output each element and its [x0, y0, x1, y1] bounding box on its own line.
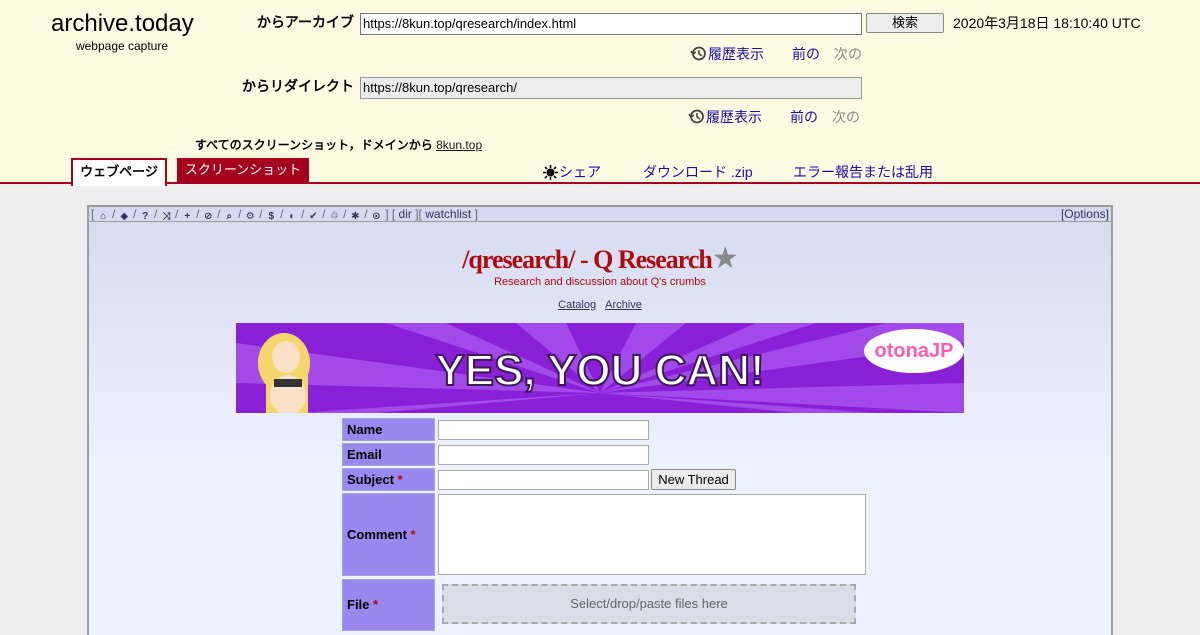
home-icon[interactable]: ⌂ — [98, 211, 109, 222]
file-drop-zone[interactable]: Select/drop/paste files here — [442, 584, 856, 624]
bug-icon[interactable]: ✱ — [350, 211, 361, 222]
search-button[interactable]: 検索 — [866, 13, 944, 33]
shuffle-icon[interactable]: ⤨ — [161, 211, 172, 222]
catalog-link[interactable]: Catalog — [558, 299, 596, 311]
tags-icon[interactable]: ◆ — [119, 211, 130, 222]
logo-title[interactable]: archive.today — [51, 10, 194, 38]
archive-logo[interactable]: archive.today webpage capture — [51, 10, 194, 53]
all-screenshots-text: すべてのスクリーンショット，ドメインから — [195, 138, 433, 152]
twitter-icon[interactable]: ✔ — [308, 211, 319, 222]
gear-icon[interactable]: ⚙ — [245, 211, 256, 222]
subject-label: Subject * — [342, 468, 435, 491]
next-link-disabled: 次の — [834, 46, 862, 62]
report-link[interactable]: エラー報告または乱用 — [793, 162, 933, 182]
check-circle-icon[interactable]: ⊙ — [371, 211, 382, 222]
ban-icon[interactable]: ⊘ — [203, 211, 214, 222]
captured-page-frame: [ ⌂ / ◆ / ? / ⤨ / + / ⊘ / ⌕ / ⚙ / $ / ◐ … — [87, 205, 1113, 635]
share-link[interactable]: シェア — [542, 162, 601, 182]
history-nav-1: 履歴表示 — [690, 44, 764, 64]
email-input[interactable] — [438, 445, 649, 465]
new-thread-button[interactable]: New Thread — [651, 469, 736, 490]
svg-text:otonaJP: otonaJP — [875, 340, 954, 362]
required-mark: * — [397, 472, 403, 487]
tab-screenshot[interactable]: スクリーンショット — [177, 158, 309, 184]
prev-link[interactable]: 前の — [790, 109, 818, 125]
tab-webpage[interactable]: ウェブページ — [71, 158, 167, 186]
email-label: Email — [342, 443, 435, 466]
archive-url-input[interactable]: https://8kun.top/qresearch/index.html — [360, 13, 862, 35]
download-link[interactable]: ダウンロード .zip — [643, 162, 753, 182]
board-title-text: /qresearch/ - Q Research — [462, 245, 713, 274]
board-toolbar: [ ⌂ / ◆ / ? / ⤨ / + / ⊘ / ⌕ / ⚙ / $ / ◐ … — [89, 207, 1111, 222]
board-title: /qresearch/ - Q Research★ — [89, 241, 1111, 276]
history-link[interactable]: 履歴表示 — [706, 109, 762, 125]
plus-icon[interactable]: + — [182, 211, 193, 222]
history-icon[interactable] — [688, 108, 705, 125]
watchlist-link[interactable]: watchlist — [425, 207, 471, 221]
recycle-icon[interactable]: ♲ — [329, 211, 340, 222]
domain-link[interactable]: 8kun.top — [436, 138, 482, 152]
board-subtitle: Research and discussion about Q's crumbs — [494, 276, 706, 288]
dir-link[interactable]: dir — [399, 207, 412, 221]
capture-timestamp: 2020年3月18日 18:10:40 UTC — [953, 15, 1141, 31]
share-icon — [543, 165, 558, 180]
share-label: シェア — [559, 164, 601, 180]
history-icon[interactable] — [690, 45, 707, 62]
required-mark: * — [373, 597, 379, 612]
logo-subtitle: webpage capture — [75, 39, 169, 53]
favorite-star-icon[interactable]: ★ — [712, 242, 739, 275]
banner-text: YES, YOU CAN! — [435, 346, 764, 395]
prev-link[interactable]: 前の — [792, 46, 820, 62]
prev-nav-2: 前の — [790, 107, 818, 127]
next-link-disabled: 次の — [832, 109, 860, 125]
search-icon[interactable]: ⌕ — [224, 211, 235, 222]
all-screenshots: すべてのスクリーンショット，ドメインから 8kun.top — [195, 136, 482, 153]
required-mark: * — [410, 527, 416, 542]
contrast-icon[interactable]: ◐ — [287, 211, 298, 222]
redirect-url-input[interactable]: https://8kun.top/qresearch/ — [360, 77, 862, 99]
name-input[interactable] — [438, 420, 649, 440]
next-nav-1: 次の — [834, 44, 862, 64]
board-links: Catalog Archive — [89, 299, 1111, 311]
file-label: File * — [342, 579, 435, 631]
archive-header: archive.today webpage capture からアーカイブ ht… — [0, 0, 1200, 186]
dollar-icon[interactable]: $ — [266, 211, 277, 222]
name-label: Name — [342, 418, 435, 441]
prev-nav-1: 前の — [792, 44, 820, 64]
options-link[interactable]: [Options] — [1061, 207, 1109, 221]
board-banner[interactable]: otonaJP YES, YOU CAN! — [236, 323, 964, 413]
history-link[interactable]: 履歴表示 — [708, 46, 764, 62]
comment-label: Comment * — [342, 493, 435, 576]
next-nav-2: 次の — [832, 107, 860, 127]
banner-graphic: otonaJP YES, YOU CAN! — [236, 323, 964, 413]
history-nav-2: 履歴表示 — [688, 107, 762, 127]
question-icon[interactable]: ? — [140, 211, 151, 222]
archive-link[interactable]: Archive — [605, 299, 642, 311]
subject-input[interactable] — [438, 470, 649, 490]
comment-textarea[interactable] — [438, 494, 866, 575]
archive-from-label: からアーカイブ — [256, 14, 354, 30]
redirect-from-label: からリダイレクト — [242, 78, 354, 94]
banner-logo: otonaJP — [864, 329, 964, 373]
